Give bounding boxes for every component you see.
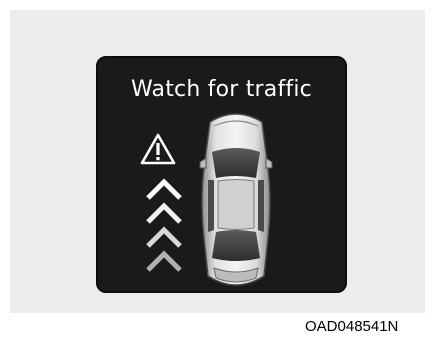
figure-code: OAD048541N	[305, 318, 399, 335]
cluster-display: Watch for traffic	[96, 56, 347, 293]
warning-message: Watch for traffic	[131, 77, 312, 102]
chevron-up-icon	[146, 202, 182, 224]
chevron-up-icon	[146, 226, 182, 248]
car-top-view-icon	[199, 113, 273, 286]
chevron-up-icon	[146, 178, 182, 200]
warning-triangle-icon	[140, 133, 176, 165]
chevron-up-icon	[146, 250, 182, 272]
approaching-traffic-chevrons	[146, 178, 182, 272]
